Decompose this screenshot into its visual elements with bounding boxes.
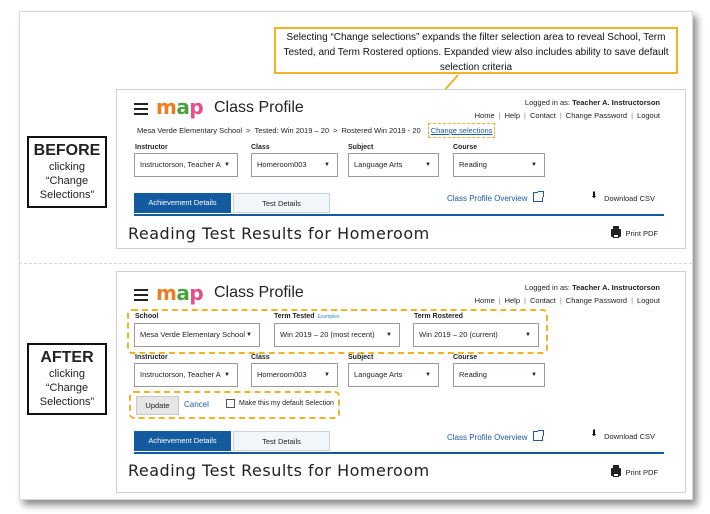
course-label: Course [453, 144, 478, 151]
after-label-line2: “Change [45, 382, 89, 394]
breadcrumb-tested: Tested: Win 2019 – 20 [254, 126, 330, 135]
top-nav-links: Home | Help | Contact | Change Password | Logout [474, 111, 660, 120]
update-button[interactable]: Update [136, 396, 179, 415]
default-selection-checkbox[interactable] [226, 399, 235, 408]
nav-help-link[interactable]: Help [505, 111, 520, 120]
class-select[interactable]: Homeroom003 ▼ [251, 153, 338, 177]
print-pdf-button[interactable]: Print PDF [611, 226, 658, 238]
breadcrumb-rostered: Rostered Win 2019 - 20 [341, 126, 421, 135]
caret-down-icon: ▼ [425, 162, 431, 168]
course-select[interactable]: Reading ▼ [453, 363, 545, 387]
hamburger-icon[interactable] [134, 289, 148, 301]
tab-achievement-details[interactable]: Achievement Details [134, 431, 231, 451]
caret-down-icon: ▼ [224, 372, 230, 378]
default-selection-label: Make this my default Selection [239, 400, 334, 407]
term-rostered-select[interactable]: Win 2019 – 20 (current) ▼ [413, 323, 539, 347]
top-nav-links: Home | Help | Contact | Change Password | Logout [474, 296, 660, 305]
caret-down-icon: ▼ [531, 372, 537, 378]
instructor-label: Instructor [135, 144, 168, 151]
nav-change-password-link[interactable]: Change Password [566, 111, 627, 120]
caret-down-icon: ▼ [531, 162, 537, 168]
instructor-select[interactable]: Instructorson, Teacher A ▼ [134, 153, 238, 177]
school-label: School [135, 313, 159, 320]
breadcrumb-school: Mesa Verde Elementary School [137, 126, 243, 135]
term-rostered-label: Term Rostered [414, 313, 463, 320]
hamburger-icon[interactable] [134, 103, 148, 115]
caret-down-icon: ▼ [324, 162, 330, 168]
nav-contact-link[interactable]: Contact [530, 296, 556, 305]
map-logo: map [156, 95, 204, 119]
instructor-select[interactable]: Instructorson, Teacher A ▼ [134, 363, 238, 387]
breadcrumb: Mesa Verde Elementary School > Tested: Win… [137, 123, 496, 138]
caret-down-icon: ▼ [224, 162, 230, 168]
examples-link[interactable]: Examples [318, 314, 340, 320]
after-panel: map Class Profile Logged in as: Teacher … [116, 271, 686, 493]
before-label-line2: “Change [45, 175, 89, 187]
tab-bar: Achievement Details Test Details [134, 431, 664, 454]
caret-down-icon: ▼ [246, 332, 252, 338]
subject-label: Subject [348, 144, 374, 151]
caret-down-icon: ▼ [425, 372, 431, 378]
nav-help-link[interactable]: Help [505, 296, 520, 305]
results-title: Reading Test Results for Homeroom [128, 224, 430, 243]
class-label: Class [251, 144, 270, 151]
class-select[interactable]: Homeroom003 ▼ [251, 363, 338, 387]
before-label: BEFORE clicking “Change Selections” [27, 136, 107, 208]
after-label-title: AFTER [40, 349, 94, 366]
after-label-line3: Selections” [39, 396, 95, 408]
subject-select[interactable]: Language Arts ▼ [348, 363, 439, 387]
logged-in-info: Logged in as: Teacher A. Instructorson [524, 283, 660, 292]
before-panel: map Class Profile Logged in as: Teacher … [116, 89, 686, 249]
before-label-line1: clicking [48, 161, 86, 173]
print-pdf-button[interactable]: Print PDF [611, 465, 658, 477]
caret-down-icon: ▼ [525, 332, 531, 338]
course-label: Course [453, 354, 478, 361]
map-logo: map [156, 281, 204, 305]
after-label: AFTER clicking “Change Selections” [27, 343, 107, 415]
nav-home-link[interactable]: Home [475, 296, 495, 305]
nav-home-link[interactable]: Home [475, 111, 495, 120]
before-label-line3: Selections” [39, 189, 95, 201]
nav-change-password-link[interactable]: Change Password [566, 296, 627, 305]
app-title: Class Profile [214, 284, 304, 301]
annotation-callout: Selecting “Change selections” expands th… [274, 27, 678, 74]
instructor-label: Instructor [135, 354, 168, 361]
printer-icon [611, 465, 622, 477]
cancel-link[interactable]: Cancel [184, 400, 209, 409]
term-tested-select[interactable]: Win 2019 – 20 (most recent) ▼ [274, 323, 400, 347]
subject-label: Subject [348, 354, 374, 361]
printer-icon [611, 226, 622, 238]
nav-logout-link[interactable]: Logout [637, 111, 660, 120]
caret-down-icon: ▼ [386, 332, 392, 338]
course-select[interactable]: Reading ▼ [453, 153, 545, 177]
before-label-title: BEFORE [33, 142, 101, 159]
results-title: Reading Test Results for Homeroom [128, 461, 430, 480]
tab-test-details[interactable]: Test Details [233, 431, 330, 451]
nav-logout-link[interactable]: Logout [637, 296, 660, 305]
tab-test-details[interactable]: Test Details [233, 193, 330, 213]
logged-in-info: Logged in as: Teacher A. Instructorson [524, 98, 660, 107]
tab-achievement-details[interactable]: Achievement Details [134, 193, 231, 213]
after-label-line1: clicking [48, 368, 86, 380]
app-title: Class Profile [214, 99, 304, 116]
term-tested-label: Term Tested Examples [274, 313, 340, 320]
section-divider [19, 263, 692, 264]
class-label: Class [251, 354, 270, 361]
caret-down-icon: ▼ [324, 372, 330, 378]
change-selections-link[interactable]: Change selections [427, 123, 496, 138]
school-select[interactable]: Mesa Verde Elementary School ▼ [134, 323, 260, 347]
subject-select[interactable]: Language Arts ▼ [348, 153, 439, 177]
nav-contact-link[interactable]: Contact [530, 111, 556, 120]
tab-bar: Achievement Details Test Details [134, 193, 664, 216]
